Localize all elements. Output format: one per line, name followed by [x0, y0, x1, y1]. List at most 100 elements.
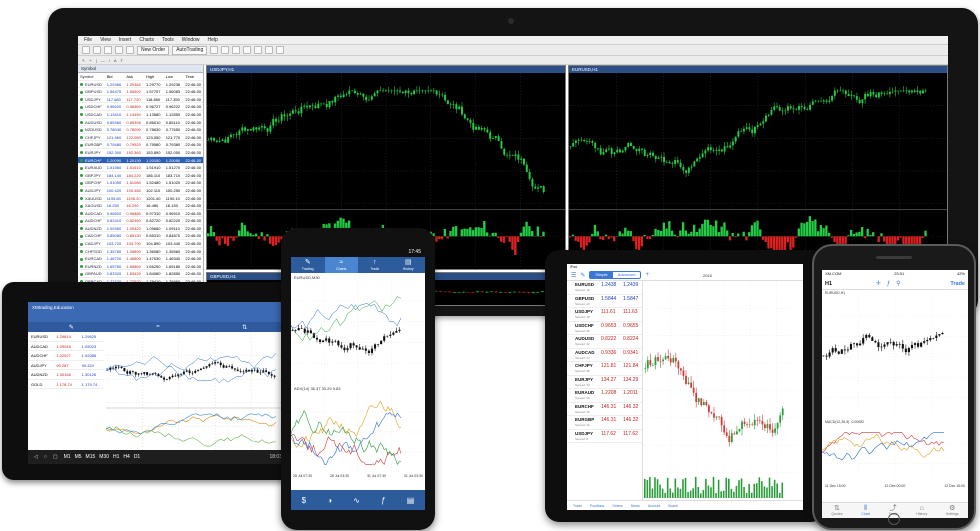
timeframe-m15[interactable]: M15 — [86, 454, 96, 460]
home-button[interactable] — [888, 513, 900, 525]
market-watch-row[interactable]: CADCHF 0.85080 0.85130 0.85310 0.84870 22:46:… — [78, 232, 203, 241]
label-icon[interactable]: T — [121, 58, 123, 63]
horizontal-line-icon[interactable]: — — [101, 58, 105, 63]
simple-segment[interactable]: Simple — [590, 272, 613, 278]
recents-icon[interactable]: ▢ — [53, 454, 58, 460]
quote-row[interactable]: AUDJPY 99.287 99.324 — [28, 361, 104, 370]
dollar-icon[interactable]: $ — [302, 496, 306, 505]
timeframe-m30[interactable]: M30 — [99, 454, 109, 460]
iphone-price-chart[interactable] — [822, 296, 968, 418]
market-watch-row[interactable]: AUDJPY 100.420 100.480 102.110 100.250 22:46:… — [78, 187, 203, 195]
timeframe-h4[interactable]: H4 — [123, 454, 129, 460]
contrast-icon[interactable]: ◑ — [327, 496, 332, 505]
crosshair-icon[interactable]: ✛ — [876, 281, 887, 287]
navigator-button[interactable] — [115, 46, 123, 54]
market-watch-row[interactable]: XAGUSD 16.250 16.290 16.480 16.150 22:46:30 — [78, 202, 203, 210]
quote-row[interactable]: EURCHF Spread: 26 146.31 146.32 — [567, 403, 642, 416]
tab-chart[interactable]: ⦀ Chart — [861, 505, 870, 516]
timeframe-button[interactable]: H1 — [825, 281, 832, 287]
new-chart-button[interactable] — [82, 46, 90, 54]
text-icon[interactable]: A — [114, 58, 117, 63]
menu-item-insert[interactable]: Insert — [119, 36, 132, 44]
market-watch-row[interactable]: AUDCHF 0.82410 0.82460 0.82720 0.82220 22:46:… — [78, 217, 203, 225]
menu-item-charts[interactable]: Charts — [139, 36, 154, 44]
menu-item-help[interactable]: Help — [208, 36, 218, 44]
menu-item-tools[interactable]: Tools — [162, 36, 174, 44]
market-watch-row[interactable]: CADJPY 103.720 103.790 104.890 103.440 22:46:… — [78, 240, 203, 248]
android-indicator-chart[interactable] — [291, 392, 425, 472]
view-segmented-control[interactable]: Simple Advanced — [589, 271, 642, 279]
zoom-in-button[interactable] — [243, 46, 252, 54]
market-watch-row[interactable]: GBPJPY 184.140 184.220 186.110 183.710 22:46:… — [78, 172, 203, 180]
trend-icon[interactable]: ∿ — [353, 496, 360, 505]
indicators-button[interactable] — [276, 46, 285, 54]
tab-news[interactable]: News — [631, 501, 640, 510]
pencil-icon[interactable]: ✎ — [28, 322, 115, 332]
quote-row[interactable]: GOLD 1 178.74 1 179.74 — [28, 380, 104, 389]
advanced-segment[interactable]: Advanced — [613, 272, 641, 278]
quote-row[interactable]: EURGBP Spread: 42 146.31 146.32 — [567, 416, 642, 430]
market-watch-row[interactable]: EURGBP 0.79480 0.79520 0.79580 0.79380 22:46:… — [78, 141, 203, 149]
market-watch-row[interactable]: CHFSGD 1.35780 1.35890 1.36080 1.35560 22:46:… — [78, 248, 203, 256]
function-icon[interactable]: ƒ — [887, 281, 896, 287]
tile-button[interactable] — [265, 46, 274, 54]
new-order-button[interactable]: New Order — [137, 45, 170, 55]
quote-row[interactable]: EURAUD Spread: 30 1.2208 1.2011 — [567, 389, 642, 403]
menu-item-window[interactable]: Window — [182, 36, 200, 44]
column-header[interactable]: Symbol — [78, 73, 105, 80]
quote-row[interactable]: AUDNZD 1.30166 1.30126 — [28, 370, 104, 380]
market-watch-row[interactable]: EURUSD 1.29366 1.29382 1.29770 1.29236 22:46:… — [78, 81, 203, 89]
market-watch-row[interactable]: XAUUSD 1195.80 1196.20 1201.40 1190.10 22:46:… — [78, 195, 203, 203]
quote-row[interactable]: USDJPY Spread: 18 111.61 111.63 — [567, 308, 642, 322]
function-icon[interactable]: ƒ — [381, 496, 385, 505]
market-watch-row[interactable]: EURCHF 1.20090 1.20130 1.20150 1.20050 22:46:… — [78, 156, 203, 165]
bar-chart-button[interactable] — [210, 46, 219, 54]
market-watch-button[interactable] — [104, 46, 112, 54]
tab-settings[interactable]: ⚙ Settings — [946, 505, 959, 516]
chart-icon[interactable]: ≈ — [115, 322, 202, 332]
page-icon[interactable]: ▤ — [407, 496, 415, 505]
column-header[interactable]: Ask — [124, 73, 144, 80]
tab-trading[interactable]: ✎ Trading — [291, 257, 325, 273]
android-price-chart[interactable] — [291, 280, 425, 384]
column-header[interactable]: High — [144, 73, 164, 80]
tab-trade[interactable]: ↑ Trade — [358, 257, 392, 273]
swap-icon[interactable]: ⇅ — [201, 322, 288, 332]
zoom-out-button[interactable] — [254, 46, 263, 54]
tab-account[interactable]: Account — [648, 501, 661, 510]
quote-row[interactable]: AUDCAD 1.09045 1.09023 — [28, 342, 104, 351]
quote-row[interactable]: AUDCAD Spread: 47 0.9336 0.9341 — [567, 349, 642, 362]
market-watch-row[interactable]: CHFJPY 121.960 122.050 123.050 121.770 22:46:… — [78, 134, 203, 142]
quote-row[interactable]: EURUSD Spread: 18 1.2438 1.2439 — [567, 281, 642, 295]
quote-row[interactable]: USDJPY Spread: 8 117.62 117.62 — [567, 430, 642, 443]
cursor-icon[interactable]: ↖ — [82, 58, 85, 63]
back-icon[interactable]: ◁ — [34, 454, 38, 460]
market-watch-row[interactable]: EURJPY 152.300 152.360 153.890 152.050 22:46:… — [78, 149, 203, 157]
tab-orders[interactable]: Orders — [612, 501, 623, 510]
timeframe-m1[interactable]: M1 — [64, 454, 71, 460]
chart-window-eurusd[interactable]: EURUSD,H1 — [568, 65, 948, 270]
menu-item-view[interactable]: View — [100, 36, 111, 44]
menu-icon[interactable]: ☰ — [571, 272, 576, 279]
market-watch-row[interactable]: AUDUSD 0.85360 0.85395 0.86010 0.85110 22:46:… — [78, 119, 203, 127]
market-watch-row[interactable]: AUDCAD 0.96820 0.96880 0.97310 0.96510 22:46:… — [78, 210, 203, 218]
iphone-indicator-chart[interactable] — [822, 426, 968, 482]
tab-quotes[interactable]: ⇅ Quotes — [831, 505, 842, 516]
timeframe-h1[interactable]: H1 — [113, 454, 119, 460]
market-watch-row[interactable]: EURAUD 1.51560 1.51610 1.51910 1.51270 22:46:… — [78, 164, 203, 172]
terminal-button[interactable] — [126, 46, 134, 54]
market-watch-row[interactable]: GBPCHF 1.51050 1.51080 1.52480 1.51020 22:46:… — [78, 179, 203, 187]
tab-history[interactable]: ▤ History — [392, 257, 426, 273]
objects-icon[interactable]: ⚲ — [896, 281, 906, 287]
market-watch-row[interactable]: AUDNZD 1.09360 1.09420 1.09660 1.09110 22:46:… — [78, 225, 203, 233]
market-watch-row[interactable]: USDCHF 0.96520 0.96560 0.96727 0.96222 22:46:… — [78, 103, 203, 111]
tab-charts[interactable]: ≈ Charts — [324, 257, 358, 273]
market-watch-row[interactable]: EURCAD 1.46720 1.46800 1.47030 1.46340 22:46:… — [78, 255, 203, 263]
tab-positions[interactable]: Positions — [590, 501, 604, 510]
ipad-chart[interactable] — [644, 281, 803, 500]
profiles-button[interactable] — [93, 46, 101, 54]
quote-row[interactable]: CHFJPY Spread: 38 121.81 121.84 — [567, 362, 642, 376]
crosshair-icon[interactable]: + — [89, 58, 91, 63]
vertical-line-icon[interactable]: | — [96, 58, 97, 63]
market-watch-row[interactable]: GBPAUD 1.83320 1.83420 1.84080 1.82850 22:46:… — [78, 270, 203, 279]
